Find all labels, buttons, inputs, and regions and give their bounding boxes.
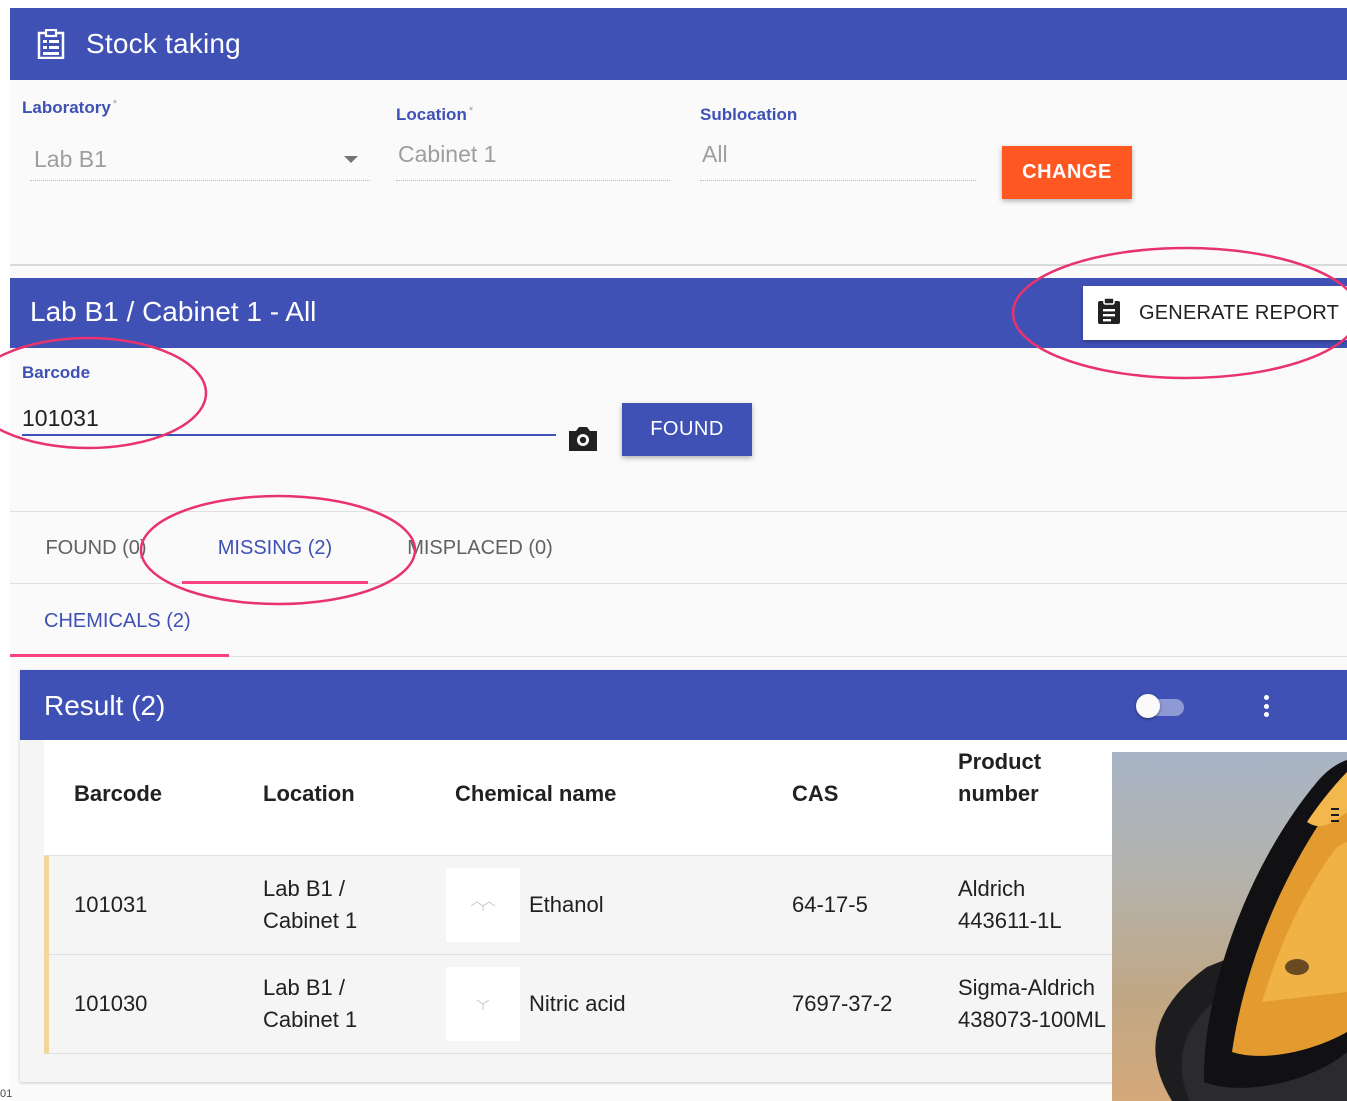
camera-icon[interactable] <box>566 422 600 454</box>
cell-chemical-name: Ethanol <box>529 892 604 917</box>
barcode-label: Barcode <box>22 363 91 382</box>
status-tabs: FOUND (0) MISSING (2) MISPLACED (0) <box>10 512 1347 584</box>
column-header-product-number[interactable]: Product number <box>958 746 1078 810</box>
barcode-input[interactable] <box>22 402 556 436</box>
cell-cas: 7697-37-2 <box>792 991 893 1016</box>
tab-missing[interactable]: MISSING (2) <box>182 512 368 584</box>
section-title: Lab B1 / Cabinet 1 - All <box>30 296 317 327</box>
laboratory-value: Lab B1 <box>34 146 107 172</box>
column-header-location[interactable]: Location <box>263 778 355 810</box>
generate-report-button[interactable]: GENERATE REPORT <box>1083 286 1347 340</box>
location-filters: Laboratory * Lab B1 Location * Cabinet 1 S… <box>10 80 1347 266</box>
cell-product-number: Aldrich 443611-1L <box>958 876 1062 933</box>
tab-misplaced[interactable]: MISPLACED (0) <box>390 512 570 584</box>
cell-chemical-name: Nitric acid <box>529 991 626 1016</box>
laboratory-select[interactable]: Laboratory * Lab B1 <box>22 98 370 188</box>
clipboard-list-icon <box>36 29 66 59</box>
barcode-scan-area: Barcode FOUND <box>10 348 1347 512</box>
chevron-down-icon[interactable] <box>344 156 358 163</box>
structure-thumbnail <box>446 967 520 1041</box>
location-value: Cabinet 1 <box>398 141 497 167</box>
cell-location: Lab B1 / Cabinet 1 <box>263 876 358 933</box>
column-header-chemical-name[interactable]: Chemical name <box>455 778 616 810</box>
found-button[interactable]: FOUND <box>622 403 752 456</box>
sublocation-value: All <box>702 141 728 167</box>
change-button[interactable]: CHANGE <box>1002 146 1132 199</box>
active-subtab-indicator <box>10 654 229 657</box>
cell-barcode: 101030 <box>74 991 148 1016</box>
laboratory-label: Laboratory <box>22 98 111 117</box>
clipboard-text-icon <box>1097 296 1121 330</box>
section-header: Lab B1 / Cabinet 1 - All GENERATE REPORT <box>10 278 1347 348</box>
result-title: Result (2) <box>44 690 166 721</box>
more-vert-icon[interactable] <box>1256 692 1276 720</box>
footnote-text: 01 <box>0 1088 13 1100</box>
cell-barcode: 101031 <box>74 892 148 917</box>
cell-location: Lab B1 / Cabinet 1 <box>263 975 358 1032</box>
sublocation-field[interactable]: Sublocation All <box>700 105 976 185</box>
structure-thumbnail <box>446 868 520 942</box>
column-header-barcode[interactable]: Barcode <box>74 778 162 810</box>
app-toolbar: Stock taking <box>10 8 1347 80</box>
view-toggle[interactable] <box>1136 694 1188 718</box>
cell-product-number: Sigma-Aldrich 438073-100ML <box>958 975 1107 1032</box>
tab-chemicals[interactable]: CHEMICALS (2) <box>10 585 229 657</box>
barcode-scanner-photo <box>1112 752 1347 1101</box>
cell-cas: 64-17-5 <box>792 892 868 917</box>
location-field[interactable]: Location * Cabinet 1 <box>396 105 670 185</box>
sublocation-label: Sublocation <box>700 105 798 124</box>
result-header: Result (2) <box>20 670 1347 740</box>
column-header-cas[interactable]: CAS <box>792 778 838 810</box>
tab-found[interactable]: FOUND (0) <box>10 512 182 584</box>
app-title: Stock taking <box>86 28 241 59</box>
active-tab-indicator <box>182 581 368 584</box>
generate-report-label: GENERATE REPORT <box>1139 301 1340 324</box>
location-label: Location <box>396 105 467 124</box>
category-tabs: CHEMICALS (2) <box>10 585 1347 657</box>
